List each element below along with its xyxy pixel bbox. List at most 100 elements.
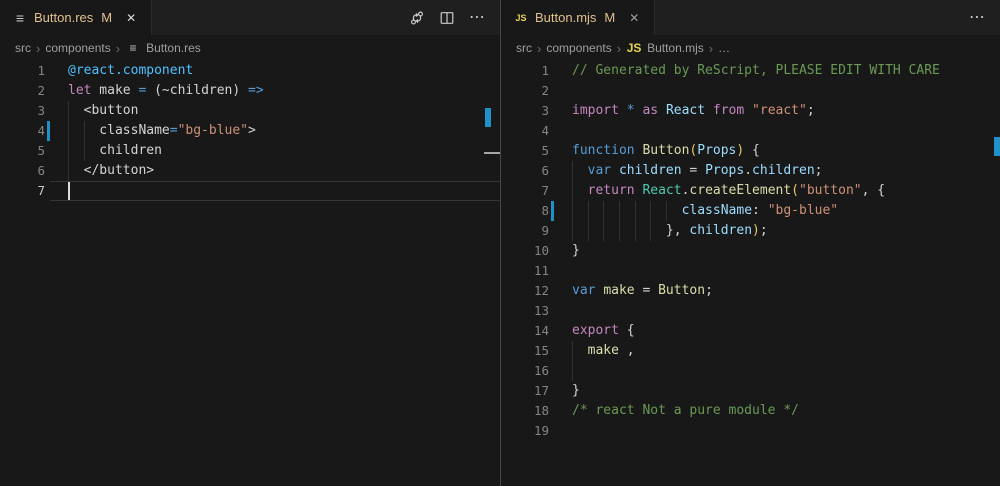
code-line[interactable]: 4	[501, 121, 1000, 141]
breadcrumb-item[interactable]: JSButton.mjs	[626, 40, 704, 56]
code-line[interactable]: 4 className="bg-blue">	[0, 121, 500, 141]
open-changes-icon[interactable]	[406, 7, 428, 29]
editor-left[interactable]: 1@react.component2let make = (~children)…	[0, 61, 500, 486]
code-line[interactable]: 12var make = Button;	[501, 281, 1000, 301]
indent-guide	[572, 181, 573, 201]
line-number: 10	[501, 241, 549, 261]
code-text: @react.component	[50, 61, 500, 81]
breadcrumb-item[interactable]: src	[15, 41, 31, 55]
more-actions-icon[interactable]: ⋯	[966, 7, 988, 29]
editor-right[interactable]: 1// Generated by ReScript, PLEASE EDIT W…	[501, 61, 1000, 486]
breadcrumb-item[interactable]: components	[546, 41, 611, 55]
code-line[interactable]: 15 make ,	[501, 341, 1000, 361]
code-text: make ,	[554, 341, 1000, 361]
line-number: 13	[501, 301, 549, 321]
code-line[interactable]: 1// Generated by ReScript, PLEASE EDIT W…	[501, 61, 1000, 81]
code-line[interactable]: 2let make = (~children) =>	[0, 81, 500, 101]
breadcrumb-item[interactable]: …	[718, 41, 730, 55]
code-lines: 1@react.component2let make = (~children)…	[0, 61, 500, 201]
indent-guide	[84, 141, 85, 161]
code-text: <button	[50, 101, 500, 121]
breadcrumb-item[interactable]: src	[516, 41, 532, 55]
indent-guide	[619, 201, 620, 221]
breadcrumb-left: src›components›≡Button.res	[0, 35, 500, 61]
tab-actions-right: ⋯	[966, 0, 1000, 35]
code-lines: 1// Generated by ReScript, PLEASE EDIT W…	[501, 61, 1000, 441]
line-number: 14	[501, 321, 549, 341]
indent-guide	[603, 221, 604, 241]
breadcrumb-label: src	[15, 41, 31, 55]
breadcrumb-label: src	[516, 41, 532, 55]
line-number: 2	[501, 81, 549, 101]
overview-cursor-marker	[484, 152, 500, 154]
code-line[interactable]: 3import * as React from "react";	[501, 101, 1000, 121]
code-text	[554, 361, 1000, 381]
indent-guide	[588, 201, 589, 221]
code-line[interactable]: 16	[501, 361, 1000, 381]
indent-guide	[68, 101, 69, 121]
chevron-right-icon: ›	[116, 41, 120, 56]
code-text: }	[554, 381, 1000, 401]
close-icon[interactable]: ✕	[121, 8, 141, 28]
code-line[interactable]: 14export {	[501, 321, 1000, 341]
code-text: var children = Props.children;	[554, 161, 1000, 181]
code-line[interactable]: 7	[0, 181, 500, 201]
more-actions-icon[interactable]: ⋯	[466, 7, 488, 29]
code-line[interactable]: 7 return React.createElement("button", {	[501, 181, 1000, 201]
editor-group-right: JS Button.mjs M ✕ ⋯ src›components›JSBut…	[501, 0, 1000, 486]
code-line[interactable]: 8 className: "bg-blue"	[501, 201, 1000, 221]
code-line[interactable]: 17}	[501, 381, 1000, 401]
tab-label: Button.mjs	[535, 10, 596, 25]
code-line[interactable]: 19	[501, 421, 1000, 441]
indent-guide	[650, 221, 651, 241]
code-text: function Button(Props) {	[554, 141, 1000, 161]
code-line[interactable]: 1@react.component	[0, 61, 500, 81]
indent-guide	[84, 121, 85, 141]
split-editor-icon[interactable]	[436, 7, 458, 29]
indent-guide	[572, 341, 573, 361]
breadcrumb-label: components	[546, 41, 611, 55]
tab-actions-left: ⋯	[406, 0, 500, 35]
indent-guide	[650, 201, 651, 221]
overview-modified-marker	[485, 108, 491, 127]
modified-badge: M	[101, 10, 112, 25]
js-icon: JS	[513, 10, 529, 26]
indent-guide	[603, 201, 604, 221]
indent-guide	[572, 361, 573, 381]
line-number: 3	[0, 101, 45, 121]
code-line[interactable]: 10}	[501, 241, 1000, 261]
line-number: 17	[501, 381, 549, 401]
indent-guide	[635, 221, 636, 241]
code-line[interactable]: 11	[501, 261, 1000, 281]
modified-badge: M	[604, 10, 615, 25]
breadcrumb-item[interactable]: components	[45, 41, 110, 55]
close-icon[interactable]: ✕	[624, 8, 644, 28]
code-line[interactable]: 5 children	[0, 141, 500, 161]
code-line[interactable]: 3 <button	[0, 101, 500, 121]
breadcrumb-label: …	[718, 41, 730, 55]
code-text: </button>	[50, 161, 500, 181]
tab-button-mjs[interactable]: JS Button.mjs M ✕	[501, 0, 655, 35]
code-line[interactable]: 9 }, children);	[501, 221, 1000, 241]
code-text: /* react Not a pure module */	[554, 401, 1000, 421]
js-icon: JS	[626, 40, 642, 56]
code-line[interactable]: 6 var children = Props.children;	[501, 161, 1000, 181]
breadcrumb-item[interactable]: ≡Button.res	[125, 40, 201, 56]
code-line[interactable]: 2	[501, 81, 1000, 101]
code-line[interactable]: 5function Button(Props) {	[501, 141, 1000, 161]
line-number: 5	[501, 141, 549, 161]
indent-guide	[666, 201, 667, 221]
code-line[interactable]: 6 </button>	[0, 161, 500, 181]
tab-button-res[interactable]: ≡ Button.res M ✕	[0, 0, 152, 35]
code-line[interactable]: 13	[501, 301, 1000, 321]
indent-guide	[588, 221, 589, 241]
indent-guide	[68, 161, 69, 181]
tab-label: Button.res	[34, 10, 93, 25]
line-number: 7	[0, 181, 45, 201]
line-number: 6	[501, 161, 549, 181]
line-number: 19	[501, 421, 549, 441]
code-line[interactable]: 18/* react Not a pure module */	[501, 401, 1000, 421]
file-lines-icon: ≡	[125, 40, 141, 56]
code-text: }, children);	[554, 221, 1000, 241]
line-number: 7	[501, 181, 549, 201]
